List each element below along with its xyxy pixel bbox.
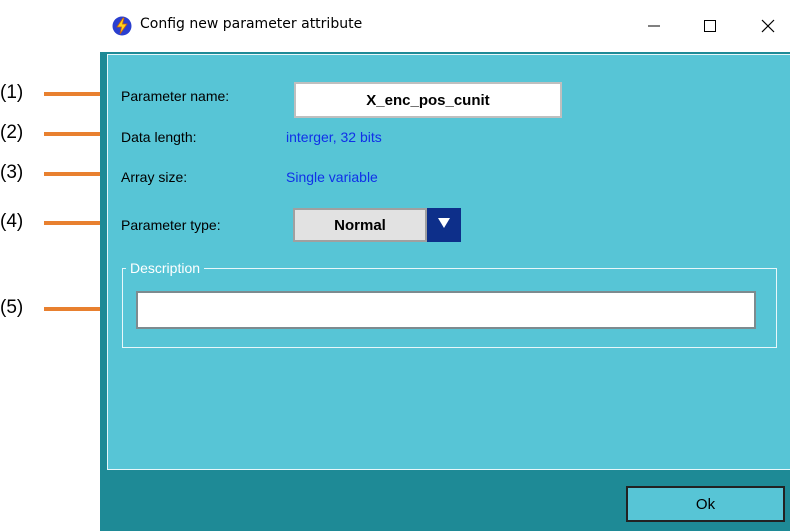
callout-number: (5) bbox=[0, 297, 24, 318]
minimize-icon[interactable] bbox=[632, 10, 676, 42]
maximize-icon[interactable] bbox=[688, 10, 732, 42]
window-title: Config new parameter attribute bbox=[140, 16, 363, 32]
array-size-value: Single variable bbox=[286, 169, 378, 185]
close-icon[interactable] bbox=[746, 10, 790, 42]
lightning-icon bbox=[112, 16, 132, 36]
callout-number: (1) bbox=[0, 82, 24, 103]
parameter-name-label: Parameter name: bbox=[121, 88, 230, 104]
description-legend: Description bbox=[126, 260, 205, 276]
data-length-label: Data length: bbox=[121, 129, 197, 145]
callout-number: (4) bbox=[0, 211, 24, 232]
parameter-type-label: Parameter type: bbox=[121, 217, 221, 233]
ok-button[interactable]: Ok bbox=[626, 486, 785, 522]
dialog-body: Parameter name: X_enc_pos_cunit Data len… bbox=[100, 52, 790, 531]
title-bar[interactable]: Config new parameter attribute bbox=[100, 0, 790, 52]
data-length-value: interger, 32 bits bbox=[286, 129, 382, 145]
dialog-window: Config new parameter attribute Parameter… bbox=[100, 0, 790, 531]
callout-number: (2) bbox=[0, 122, 24, 143]
description-input[interactable] bbox=[136, 291, 756, 329]
parameter-type-dropdown-button[interactable] bbox=[427, 208, 461, 242]
array-size-label: Array size: bbox=[121, 169, 188, 185]
parameter-name-field[interactable]: X_enc_pos_cunit bbox=[294, 82, 562, 118]
callout-number: (3) bbox=[0, 162, 24, 183]
triangle-down-icon bbox=[437, 216, 451, 234]
parameter-type-select[interactable]: Normal bbox=[293, 208, 427, 242]
parameter-panel: Parameter name: X_enc_pos_cunit Data len… bbox=[107, 54, 790, 470]
